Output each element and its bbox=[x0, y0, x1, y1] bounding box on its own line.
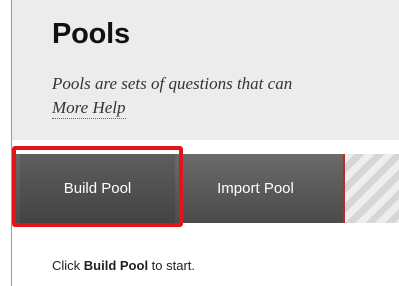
import-pool-button[interactable]: Import Pool bbox=[192, 154, 319, 223]
action-bar: Build Pool Import Pool bbox=[12, 146, 399, 231]
page-description: Pools are sets of questions that can bbox=[52, 74, 293, 93]
instruction-emphasis: Build Pool bbox=[83, 258, 149, 273]
instruction-prefix: Click bbox=[52, 258, 84, 273]
build-pool-button[interactable]: Build Pool bbox=[20, 154, 175, 223]
instruction-text: Click Build Pool to start. bbox=[52, 258, 195, 273]
page-title: Pools bbox=[52, 18, 130, 50]
action-bar-stripes bbox=[345, 154, 399, 223]
instruction-suffix: to start. bbox=[148, 258, 196, 273]
more-help-link[interactable]: More Help bbox=[52, 98, 126, 119]
